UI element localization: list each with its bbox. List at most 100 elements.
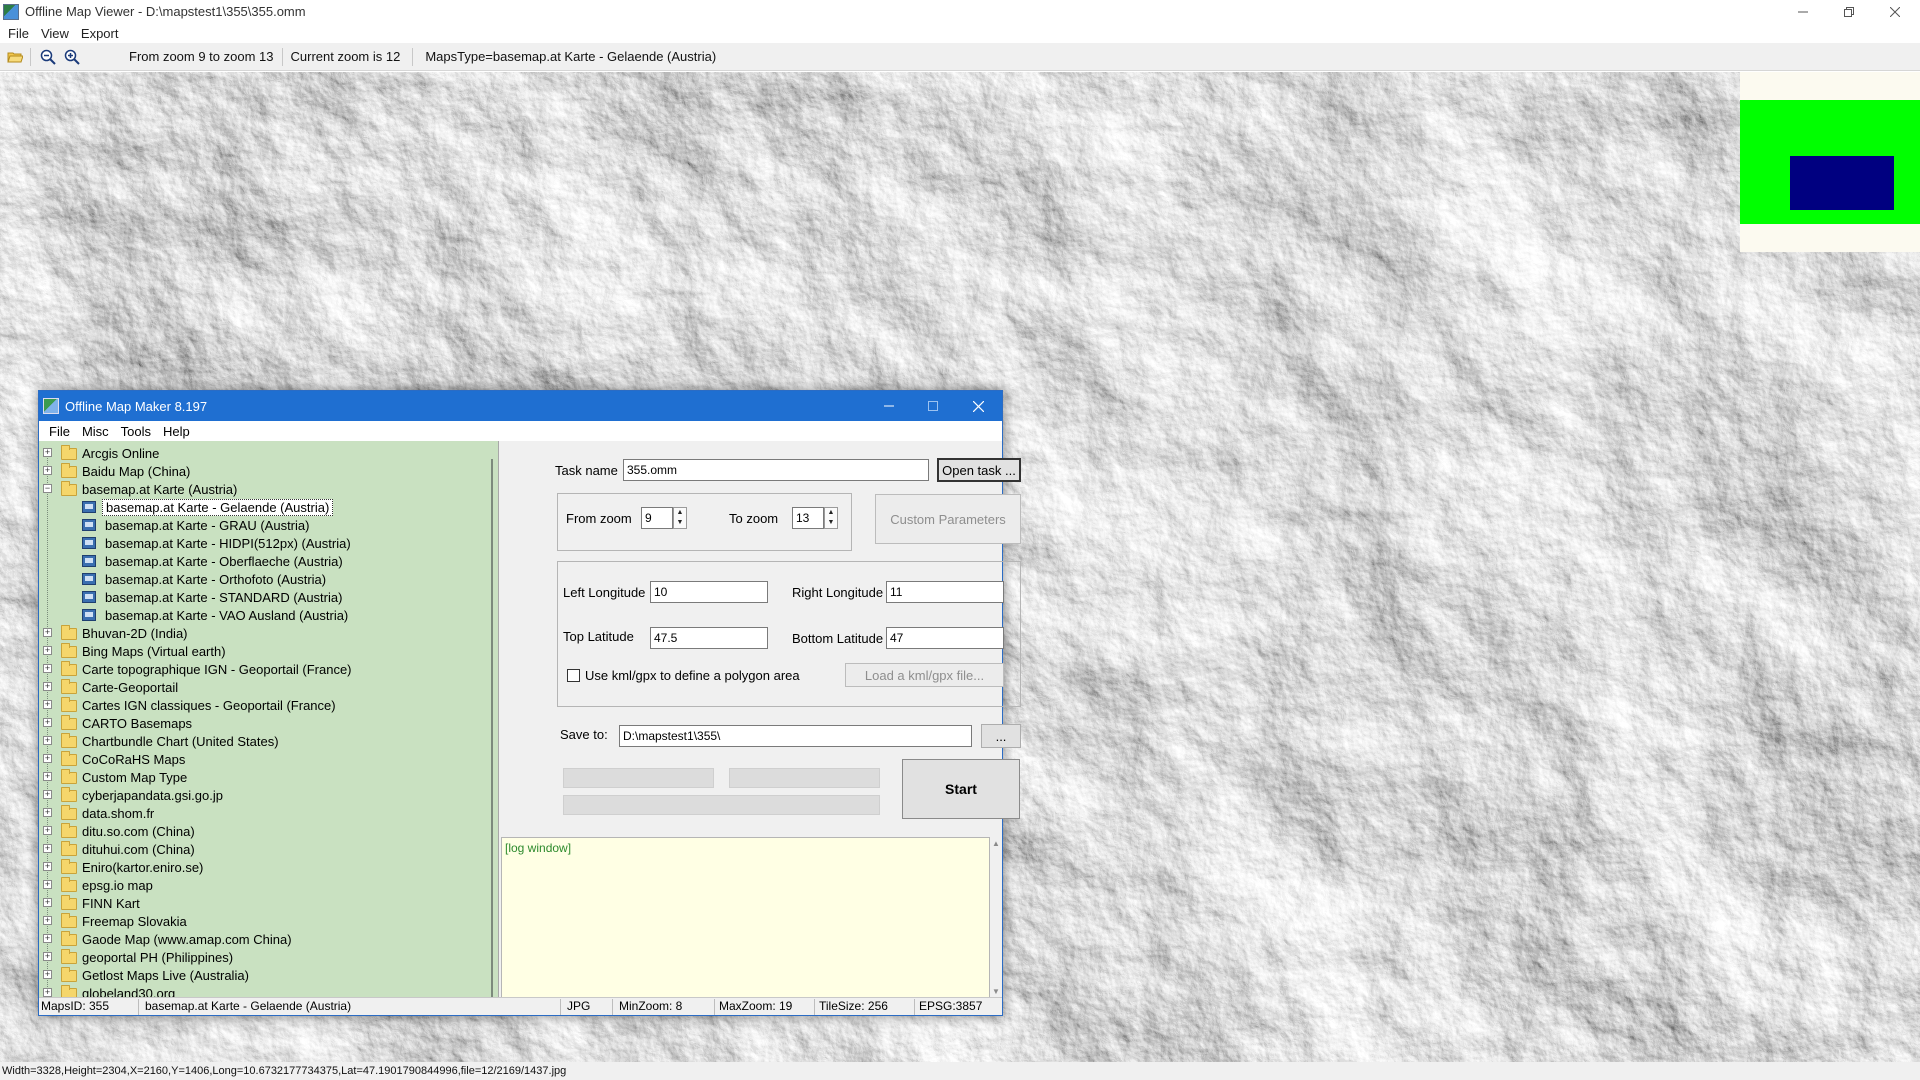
- tree-folder-item[interactable]: + Arcgis Online: [39, 444, 487, 462]
- expand-icon[interactable]: +: [43, 952, 52, 961]
- tree-folder-item[interactable]: + geoportal PH (Philippines): [39, 948, 487, 966]
- open-task-button[interactable]: Open task ...: [937, 458, 1021, 482]
- dialog-menu-tools[interactable]: Tools: [115, 424, 157, 439]
- task-name-input[interactable]: 355.omm: [623, 459, 929, 481]
- left-longitude-input[interactable]: 10: [650, 581, 768, 603]
- tree-folder-item[interactable]: + ditu.so.com (China): [39, 822, 487, 840]
- tree-folder-item[interactable]: + Gaode Map (www.amap.com China): [39, 930, 487, 948]
- spin-down-icon[interactable]: ▼: [825, 518, 837, 528]
- spin-up-icon[interactable]: ▲: [825, 508, 837, 518]
- expand-icon[interactable]: +: [43, 772, 52, 781]
- to-zoom-input[interactable]: 13: [792, 507, 824, 529]
- tree-map-item[interactable]: basemap.at Karte - Oberflaeche (Austria): [39, 552, 487, 570]
- dialog-maximize-button[interactable]: [911, 391, 955, 421]
- tree-scrollbar[interactable]: [490, 459, 494, 999]
- menu-view[interactable]: View: [37, 26, 77, 41]
- zoom-in-button[interactable]: [61, 46, 83, 68]
- minimize-button[interactable]: [1780, 0, 1826, 23]
- map-type-tree[interactable]: + Arcgis Online + Baidu Map (China) − basemap…: [39, 441, 499, 1003]
- expand-icon[interactable]: +: [43, 736, 52, 745]
- tree-folder-item[interactable]: + cyberjapandata.gsi.go.jp: [39, 786, 487, 804]
- tree-folder-item[interactable]: + Cartes IGN classiques - Geoportail (Fra…: [39, 696, 487, 714]
- start-button[interactable]: Start: [902, 759, 1020, 819]
- dialog-titlebar[interactable]: Offline Map Maker 8.197: [39, 391, 1002, 421]
- tree-folder-item[interactable]: + Chartbundle Chart (United States): [39, 732, 487, 750]
- scroll-up-icon[interactable]: ▲: [992, 839, 1000, 848]
- custom-parameters-button[interactable]: Custom Parameters: [875, 494, 1021, 544]
- zoom-out-button[interactable]: [37, 46, 59, 68]
- tree-folder-item[interactable]: + dituhui.com (China): [39, 840, 487, 858]
- expand-icon[interactable]: +: [43, 682, 52, 691]
- tree-folder-item[interactable]: + Carte-Geoportail: [39, 678, 487, 696]
- scroll-down-icon[interactable]: ▼: [992, 987, 1000, 996]
- right-longitude-input[interactable]: 11: [886, 581, 1004, 603]
- dialog-menu-misc[interactable]: Misc: [76, 424, 115, 439]
- expand-icon[interactable]: +: [43, 880, 52, 889]
- use-kml-checkbox[interactable]: [567, 669, 580, 682]
- expand-icon[interactable]: +: [43, 826, 52, 835]
- expand-icon[interactable]: +: [43, 448, 52, 457]
- tree-folder-item[interactable]: + Baidu Map (China): [39, 462, 487, 480]
- dialog-minimize-button[interactable]: [867, 391, 911, 421]
- tree-map-item[interactable]: basemap.at Karte - Orthofoto (Austria): [39, 570, 487, 588]
- browse-button[interactable]: ...: [981, 724, 1021, 748]
- tree-folder-item[interactable]: + CARTO Basemaps: [39, 714, 487, 732]
- dialog-menu-file[interactable]: File: [43, 424, 76, 439]
- open-folder-button[interactable]: [4, 46, 26, 68]
- close-button[interactable]: [1872, 0, 1918, 23]
- tree-map-item[interactable]: basemap.at Karte - STANDARD (Austria): [39, 588, 487, 606]
- expand-icon[interactable]: +: [43, 466, 52, 475]
- expand-icon[interactable]: +: [43, 970, 52, 979]
- dialog-close-button[interactable]: [956, 391, 1000, 421]
- tree-folder-item[interactable]: + data.shom.fr: [39, 804, 487, 822]
- expand-icon[interactable]: +: [43, 844, 52, 853]
- tree-map-item[interactable]: basemap.at Karte - Gelaende (Austria): [39, 498, 487, 516]
- restore-button[interactable]: [1826, 0, 1872, 23]
- expand-icon[interactable]: +: [43, 790, 52, 799]
- tree-folder-item[interactable]: + Bing Maps (Virtual earth): [39, 642, 487, 660]
- minimap[interactable]: [1740, 72, 1920, 252]
- expand-icon[interactable]: +: [43, 934, 52, 943]
- spin-down-icon[interactable]: ▼: [674, 518, 686, 528]
- load-kml-button[interactable]: Load a kml/gpx file...: [845, 663, 1004, 687]
- tree-map-item[interactable]: basemap.at Karte - VAO Ausland (Austria): [39, 606, 487, 624]
- tree-folder-item[interactable]: + CoCoRaHS Maps: [39, 750, 487, 768]
- to-zoom-spinner[interactable]: ▲ ▼: [824, 507, 838, 529]
- tree-folder-item[interactable]: + Carte topographique IGN - Geoportail (F…: [39, 660, 487, 678]
- top-latitude-input[interactable]: 47.5: [650, 627, 768, 649]
- minimap-viewport[interactable]: [1790, 156, 1894, 210]
- expand-icon[interactable]: +: [43, 916, 52, 925]
- spin-up-icon[interactable]: ▲: [674, 508, 686, 518]
- expand-icon[interactable]: +: [43, 808, 52, 817]
- tree-map-item[interactable]: basemap.at Karte - GRAU (Austria): [39, 516, 487, 534]
- log-window[interactable]: [log window]: [501, 837, 990, 1001]
- tree-folder-item[interactable]: + Freemap Slovakia: [39, 912, 487, 930]
- tree-folder-item[interactable]: + Bhuvan-2D (India): [39, 624, 487, 642]
- expand-icon[interactable]: +: [43, 646, 52, 655]
- tree-folder-item[interactable]: − basemap.at Karte (Austria): [39, 480, 487, 498]
- dialog-menu-help[interactable]: Help: [157, 424, 196, 439]
- from-zoom-spinner[interactable]: ▲ ▼: [673, 507, 687, 529]
- tree-scrollbar-thumb[interactable]: [491, 459, 493, 999]
- from-zoom-input[interactable]: 9: [641, 507, 673, 529]
- menu-file[interactable]: File: [4, 26, 37, 41]
- tree-folder-item[interactable]: + FINN Kart: [39, 894, 487, 912]
- expand-icon[interactable]: +: [43, 898, 52, 907]
- expand-icon[interactable]: +: [43, 664, 52, 673]
- tree-folder-item[interactable]: + epsg.io map: [39, 876, 487, 894]
- tree-folder-item[interactable]: + Custom Map Type: [39, 768, 487, 786]
- expand-icon[interactable]: +: [43, 628, 52, 637]
- tree-folder-item[interactable]: + Getlost Maps Live (Australia): [39, 966, 487, 984]
- expand-icon[interactable]: +: [43, 718, 52, 727]
- expand-icon[interactable]: +: [43, 754, 52, 763]
- expand-icon[interactable]: +: [43, 700, 52, 709]
- tree-folder-item[interactable]: + Eniro(kartor.eniro.se): [39, 858, 487, 876]
- log-scrollbar[interactable]: ▲ ▼: [990, 837, 1002, 1001]
- bottom-latitude-input[interactable]: 47: [886, 627, 1004, 649]
- tree-map-item[interactable]: basemap.at Karte - HIDPI(512px) (Austria…: [39, 534, 487, 552]
- save-to-input[interactable]: D:\mapstest1\355\: [619, 725, 972, 747]
- expand-icon[interactable]: +: [43, 862, 52, 871]
- menu-export[interactable]: Export: [77, 26, 127, 41]
- expand-icon[interactable]: +: [43, 988, 52, 997]
- collapse-icon[interactable]: −: [43, 484, 52, 493]
